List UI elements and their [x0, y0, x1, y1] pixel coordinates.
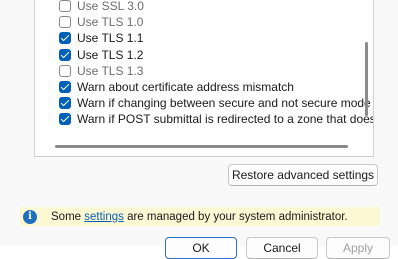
ok-button[interactable]: OK — [165, 237, 237, 259]
setting-label: Warn if POST submittal is redirected to … — [77, 112, 374, 127]
setting-row[interactable]: Use SSL 3.0 — [59, 0, 144, 14]
advanced-settings-list[interactable]: Use SSL 3.0 Use TLS 1.0 Use TLS 1.1 Use TLS… — [34, 0, 374, 157]
checkbox-checked[interactable] — [59, 81, 71, 93]
checkbox-checked[interactable] — [59, 97, 71, 110]
setting-row[interactable]: Use TLS 1.1 — [59, 30, 143, 46]
setting-label: Warn about certificate address mismatch — [77, 80, 294, 94]
checkbox-unchecked[interactable] — [59, 0, 71, 12]
settings-link[interactable]: settings — [84, 211, 124, 223]
cancel-button[interactable]: Cancel — [246, 237, 318, 259]
setting-label: Use TLS 1.2 — [77, 47, 144, 62]
setting-label: Use SSL 3.0 — [77, 0, 144, 13]
info-icon: i — [23, 209, 37, 224]
checkbox-checked[interactable] — [59, 113, 71, 126]
info-message: Some settings are managed by your system… — [51, 211, 348, 223]
checkbox-checked[interactable] — [59, 48, 71, 61]
admin-info-bar: i Some settings are managed by your syst… — [20, 207, 380, 226]
vertical-scrollbar-thumb[interactable] — [365, 42, 368, 116]
setting-row[interactable]: Warn about certificate address mismatch — [59, 79, 294, 95]
apply-button[interactable]: Apply — [326, 237, 390, 259]
setting-row[interactable]: Warn if POST submittal is redirected to … — [59, 111, 374, 127]
restore-advanced-settings-button[interactable]: Restore advanced settings — [228, 164, 378, 186]
setting-label: Use TLS 1.1 — [77, 31, 144, 46]
setting-label: Use TLS 1.0 — [77, 15, 144, 30]
setting-label: Use TLS 1.3 — [77, 63, 144, 78]
info-text-before: Some — [51, 210, 85, 223]
info-text-after: are managed by your system administrator… — [123, 210, 348, 223]
setting-row[interactable]: Use TLS 1.0 — [59, 14, 143, 30]
checkbox-unchecked[interactable] — [59, 16, 71, 29]
setting-row[interactable]: Use TLS 1.2 — [59, 47, 143, 63]
horizontal-scrollbar-thumb[interactable] — [55, 145, 348, 148]
setting-row[interactable]: Use TLS 1.3 — [59, 63, 143, 79]
setting-row[interactable]: Warn if changing between secure and not … — [59, 95, 371, 111]
checkbox-checked[interactable] — [59, 32, 71, 45]
setting-label: Warn if changing between secure and not … — [77, 96, 371, 111]
checkbox-unchecked[interactable] — [59, 64, 71, 77]
